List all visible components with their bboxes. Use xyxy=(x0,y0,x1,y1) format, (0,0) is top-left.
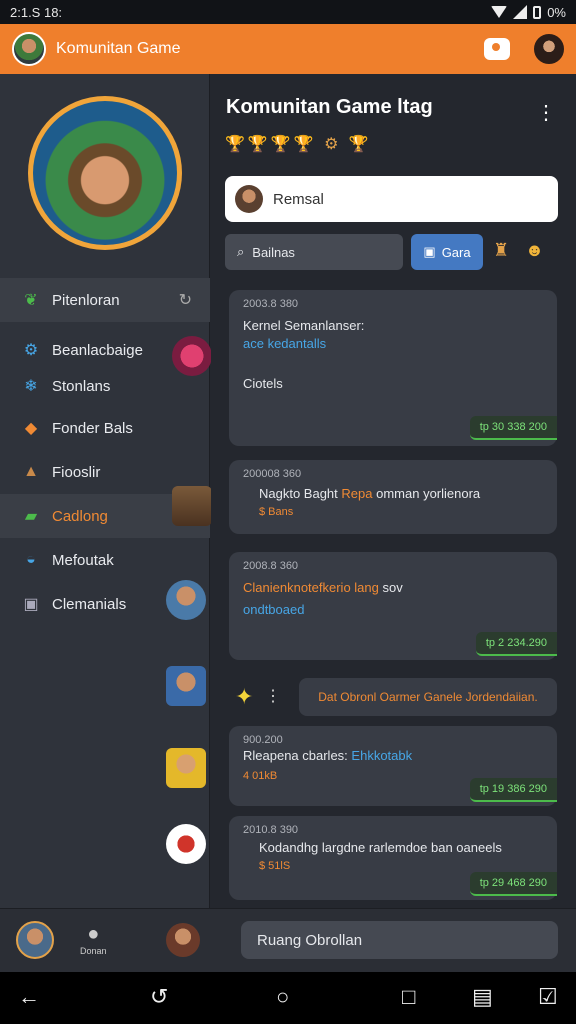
sparkle-icon: ✦ xyxy=(235,684,254,709)
sidebar-item-label: Mefoutak xyxy=(52,551,114,569)
price-tag: tp 29 468 290 xyxy=(469,872,557,896)
message-text: Clanienknotefkerio lang sov xyxy=(243,580,403,595)
sidebar-item-label: Stonlans xyxy=(52,377,111,395)
search-input[interactable]: Remsal xyxy=(225,176,558,222)
sidebar-item-fonder-bals[interactable]: ◆ Fonder Bals xyxy=(0,406,210,450)
message-subtext: $ 51lS xyxy=(259,860,291,872)
search-value: Remsal xyxy=(273,190,324,208)
briefcase-icon: ▣ xyxy=(23,596,39,613)
status-bar: 2:1.S 18: 0% xyxy=(0,0,576,24)
message-link[interactable]: ondtboaed xyxy=(243,602,304,617)
back-arrow-icon[interactable]: ← xyxy=(18,984,40,1010)
gamepad-icon: ⚙ xyxy=(23,342,39,359)
message-card[interactable]: 200008 360 Nagkto Baght Repa omman yorli… xyxy=(229,460,557,534)
chat-room-input[interactable]: Ruang Obrollan xyxy=(241,921,558,959)
search-icon: ⌕ xyxy=(237,244,245,259)
user-group-icon: ● xyxy=(87,923,100,945)
message-card[interactable]: 2010.8 390 Kodandhg largdne rarlemdoe ba… xyxy=(229,816,557,900)
main-panel: Komunitan Game ltag ⋮ 🏆🏆🏆🏆 ⚙ 🏆 Remsal ⌕ … xyxy=(211,74,576,908)
price-tag: tp 19 386 290 xyxy=(469,778,557,802)
emoji-icon[interactable]: ☻ xyxy=(525,240,544,261)
sidebar-item-label: Pitenloran xyxy=(52,291,120,309)
my-avatar[interactable] xyxy=(16,921,54,959)
sidebar-item-label: Fonder Bals xyxy=(52,419,133,437)
message-timestamp: 2003.8 380 xyxy=(243,298,299,310)
boot-icon: ▲ xyxy=(23,463,39,480)
message-timestamp: 2008.8 360 xyxy=(243,560,299,572)
message-text: Rleapena cbarles: Ehkkotabk xyxy=(243,748,413,763)
sidebar-item-label: Cadlong xyxy=(52,507,108,525)
system-nav-bar: ← ↺ ○ □ ▤ ☑ xyxy=(0,972,576,1024)
bag-icon[interactable]: ▤ xyxy=(472,984,493,1010)
undo-icon[interactable]: ↺ xyxy=(150,984,168,1010)
status-icons: 0% xyxy=(491,5,566,20)
user-avatar[interactable] xyxy=(166,824,206,864)
sidebar-item-label: Beanlacbaige xyxy=(52,341,143,359)
filter-button[interactable]: ⌕ Bailnas xyxy=(225,234,403,270)
bottom-bar: ● Donan Ruang Obrollan xyxy=(0,908,576,972)
page-title: Komunitan Game ltag xyxy=(226,96,433,118)
filter-label: Bailnas xyxy=(252,244,295,260)
home-icon[interactable]: ○ xyxy=(276,984,289,1010)
sidebar-item-label: Fiooslir xyxy=(52,463,101,481)
message-timestamp: 200008 360 xyxy=(243,468,302,480)
compose-label: Ruang Obrollan xyxy=(257,931,363,949)
camera-icon[interactable] xyxy=(484,38,510,60)
tab-donan[interactable]: ● Donan xyxy=(80,923,107,956)
battery-level: 0% xyxy=(547,4,566,20)
controller-icon: ▰ xyxy=(24,508,38,525)
heart-wings-icon: ❦ xyxy=(24,292,38,309)
message-card[interactable]: 2003.8 380 Kernel Semanlanser: ace kedan… xyxy=(229,290,557,446)
message-subtext: $ Bans xyxy=(259,506,294,518)
wifi-icon xyxy=(491,6,508,18)
game-icon: ▣ xyxy=(423,244,436,259)
hat-icon: ◒ xyxy=(26,551,36,568)
app-bar: Komunitan Game xyxy=(0,24,576,74)
status-time: 2:1.S 18: xyxy=(10,4,63,20)
sidebar: ❦ Pitenloran ↻ ⚙ Beanlacbaige ❄ Stonlans… xyxy=(0,74,212,908)
user-avatar[interactable] xyxy=(166,666,206,706)
game-label: Gara xyxy=(441,244,471,260)
battery-icon xyxy=(533,5,542,19)
app-avatar[interactable] xyxy=(12,32,46,66)
recents-icon[interactable]: □ xyxy=(402,984,415,1010)
more-icon[interactable]: ⋮ xyxy=(265,686,281,706)
edit-icon[interactable]: ☑ xyxy=(538,984,558,1010)
message-timestamp: 900.200 xyxy=(243,734,283,746)
sidebar-item-mefoutak[interactable]: ◒ Mefoutak xyxy=(0,538,210,582)
trophy-icon[interactable]: ♜ xyxy=(493,240,509,261)
diamond-flame-icon: ◆ xyxy=(24,420,38,437)
message-card[interactable]: 900.200 Rleapena cbarles: Ehkkotabk 4 01… xyxy=(229,726,557,806)
more-options-icon[interactable]: ⋮ xyxy=(536,100,556,125)
snowflake-icon: ❄ xyxy=(24,378,38,395)
message-text: Kernel Semanlanser: xyxy=(243,318,365,333)
profile-avatar[interactable] xyxy=(534,34,564,64)
message-text: Ciotels xyxy=(243,376,283,391)
friend-avatar[interactable] xyxy=(166,923,200,957)
message-link[interactable]: ace kedantalls xyxy=(243,336,326,351)
signal-icon xyxy=(513,5,528,19)
user-avatar[interactable] xyxy=(172,336,212,376)
message-text: Nagkto Baght Repa omman yorlienora xyxy=(259,486,481,501)
game-filter-button[interactable]: ▣ Gara xyxy=(411,234,483,270)
system-message-chip: Dat Obronl Oarmer Ganele Jordendaiian. xyxy=(299,678,557,716)
search-avatar xyxy=(235,185,263,213)
sidebar-item-label: Clemanials xyxy=(52,595,127,613)
price-tag: tp 2 234.290 xyxy=(475,632,557,656)
filter-row: ⌕ Bailnas ▣ Gara ♜ ☻ xyxy=(225,234,558,270)
achievement-badges: 🏆🏆🏆🏆 ⚙ 🏆 xyxy=(225,136,372,153)
user-avatar[interactable] xyxy=(172,486,212,526)
sidebar-item-pitenloran[interactable]: ❦ Pitenloran ↻ xyxy=(0,278,210,322)
message-subtext: 4 01kB xyxy=(243,770,278,782)
user-avatar[interactable] xyxy=(166,748,206,788)
user-avatar[interactable] xyxy=(166,580,206,620)
hero-avatar xyxy=(28,96,182,250)
message-timestamp: 2010.8 390 xyxy=(243,824,299,836)
message-text: Kodandhg largdne rarlemdoe ban oaneels xyxy=(259,840,502,855)
app-title: Komunitan Game xyxy=(56,40,181,57)
price-tag: tp 30 338 200 xyxy=(469,416,557,440)
message-card[interactable]: 2008.8 360 Clanienknotefkerio lang sov o… xyxy=(229,552,557,660)
refresh-icon[interactable]: ↻ xyxy=(179,290,192,310)
tab-label: Donan xyxy=(80,946,107,956)
